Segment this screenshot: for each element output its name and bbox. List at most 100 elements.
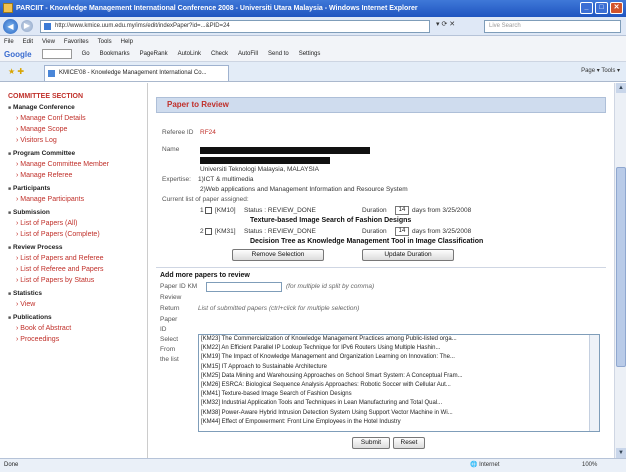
menu-favorites[interactable]: Favorites [64, 39, 89, 45]
address-input[interactable]: http://www.kmice.uum.edu.my/ims/edit/ind… [40, 20, 430, 33]
sidebar-link-referee-and-papers[interactable]: › List of Referee and Papers [8, 264, 147, 275]
tab-title: KMICE'08 - Knowledge Management Internat… [59, 70, 207, 76]
sidebar-link-manage-participants[interactable]: › Manage Participants [8, 194, 147, 205]
papers-listbox[interactable]: [KM23] The Commercialization of Knowledg… [198, 334, 600, 432]
expertise-label: Expertise: [162, 176, 191, 183]
duration-input[interactable]: 14 [395, 227, 409, 236]
review-label: Review [160, 294, 182, 301]
referee-id-value: RF24 [200, 129, 216, 136]
sidebar-link-papers-and-referee[interactable]: › List of Papers and Referee [8, 253, 147, 264]
duration-input[interactable]: 14 [395, 206, 409, 215]
select-label-select: Select [160, 336, 179, 343]
submit-button[interactable]: Submit [352, 437, 390, 449]
sidebar-link-list-papers-all[interactable]: › List of Papers (All) [8, 218, 147, 229]
list-item[interactable]: [KM19] The Impact of Knowledge Managemen… [199, 353, 599, 362]
sidebar-link-view[interactable]: › View [8, 299, 147, 310]
window-controls: _ □ ✕ [580, 2, 623, 14]
sidebar-link-visitors-log[interactable]: › Visitors Log [8, 135, 147, 146]
assigned-status: Status : REVIEW_DONE [244, 228, 316, 235]
menu-file[interactable]: File [4, 39, 14, 45]
sidebar-section-participants: Participants [8, 184, 147, 194]
google-search-input[interactable] [41, 49, 72, 59]
reset-button[interactable]: Reset [393, 437, 425, 449]
current-list-label: Current list of paper assigned: [162, 196, 249, 203]
scroll-thumb[interactable] [616, 167, 626, 367]
command-bar[interactable]: Page ▾ Tools ▾ [581, 67, 620, 74]
google-pagerank-button[interactable]: PageRank [140, 51, 168, 57]
browser-icon [3, 3, 13, 13]
tab-favicon-icon [48, 70, 55, 77]
menu-view[interactable]: View [42, 39, 55, 45]
sidebar-link-manage-scope[interactable]: › Manage Scope [8, 124, 147, 135]
paper-id-input[interactable] [206, 282, 282, 292]
update-duration-button[interactable]: Update Duration [362, 249, 454, 261]
assigned-paper-title: Texture-based Image Search of Fashion De… [250, 217, 412, 224]
sidebar-link-book-of-abstract[interactable]: › Book of Abstract [8, 323, 147, 334]
list-item[interactable]: [KM22] An Efficient Parallel IP Lookup T… [199, 344, 599, 353]
menu-edit[interactable]: Edit [23, 39, 33, 45]
google-settings-button[interactable]: Settings [299, 51, 321, 57]
window-title-bar: PARCIIT - Knowledge Management Internati… [0, 0, 626, 17]
zoom-level[interactable]: 100% [582, 459, 597, 472]
maximize-button[interactable]: □ [595, 2, 608, 14]
add-papers-heading: Add more papers to review [160, 272, 250, 279]
page-scrollbar[interactable]: ▲ ▼ [614, 83, 626, 458]
google-toolbar: Google Go Bookmarks PageRank AutoLink Ch… [0, 47, 626, 62]
google-go-button[interactable]: Go [82, 51, 90, 57]
days-from-text: days from 3/25/2008 [412, 228, 472, 235]
back-button[interactable]: ◀ [3, 18, 18, 34]
assigned-paper-id: [KM10] [215, 207, 236, 214]
sidebar-link-proceedings[interactable]: › Proceedings [8, 334, 147, 345]
scroll-down-icon[interactable]: ▼ [616, 448, 626, 458]
redacted-name [200, 147, 370, 154]
assigned-paper-title: Decision Tree as Knowledge Management To… [250, 238, 484, 245]
google-bookmarks-button[interactable]: Bookmarks [100, 51, 130, 57]
referee-id-label: Referee ID [162, 129, 194, 136]
google-autolink-button[interactable]: AutoLink [178, 51, 201, 57]
favorites-star-icon[interactable]: ★ ✚ [8, 67, 24, 76]
duration-label: Duration [362, 207, 387, 214]
redacted-email [200, 157, 330, 164]
list-item[interactable]: [KM15] IT Approach to Sustainable Archit… [199, 363, 599, 372]
assigned-index: 1 [200, 207, 204, 214]
list-item[interactable]: [KM32] Industrial Application Tools and … [199, 399, 599, 408]
select-label-the-list: the list [160, 356, 179, 363]
list-item[interactable]: [KM44] Effect of Empowerment: Front Line… [199, 418, 599, 427]
menu-tools[interactable]: Tools [98, 39, 112, 45]
google-autofill-button[interactable]: AutoFill [238, 51, 258, 57]
section-divider [156, 267, 606, 268]
sidebar-link-list-papers-complete[interactable]: › List of Papers (Complete) [8, 229, 147, 240]
minimize-button[interactable]: _ [580, 2, 593, 14]
sidebar-link-manage-conf-details[interactable]: › Manage Conf Details [8, 113, 147, 124]
assigned-checkbox[interactable] [205, 207, 212, 214]
address-toolbar: ◀ ▶ http://www.kmice.uum.edu.my/ims/edit… [0, 17, 626, 36]
refresh-stop-icons[interactable]: ▾ ⟳ ✕ [436, 20, 455, 28]
forward-button[interactable]: ▶ [21, 20, 33, 32]
list-item[interactable]: [KM38] Power-Aware Hybrid Intrusion Dete… [199, 409, 599, 418]
main-panel: Paper to Review Referee ID RF24 Name Uni… [152, 83, 612, 458]
list-item[interactable]: [KM41] Texture-based Image Search of Fas… [199, 390, 599, 399]
close-button[interactable]: ✕ [610, 2, 623, 14]
duration-label: Duration [362, 228, 387, 235]
google-sendto-button[interactable]: Send to [268, 51, 289, 57]
list-item[interactable]: [KM26] ESRCA: Biological Sequence Analys… [199, 381, 599, 390]
google-check-button[interactable]: Check [211, 51, 228, 57]
sidebar-section-publications: Publications [8, 313, 147, 323]
sidebar-link-papers-by-status[interactable]: › List of Papers by Status [8, 275, 147, 286]
sidebar-section-program-committee: Program Committee [8, 149, 147, 159]
status-text: Done [4, 462, 19, 468]
menu-help[interactable]: Help [121, 39, 133, 45]
listbox-scrollbar[interactable] [589, 335, 599, 431]
assigned-paper-id: [KM31] [215, 228, 236, 235]
list-item[interactable]: [KM25] Data Mining and Warehousing Appro… [199, 372, 599, 381]
sidebar-link-manage-referee[interactable]: › Manage Referee [8, 170, 147, 181]
menu-bar: File Edit View Favorites Tools Help [0, 36, 626, 47]
search-input[interactable]: Live Search [484, 20, 621, 33]
sidebar-link-manage-committee-member[interactable]: › Manage Committee Member [8, 159, 147, 170]
assigned-status: Status : REVIEW_DONE [244, 207, 316, 214]
scroll-up-icon[interactable]: ▲ [616, 83, 626, 93]
remove-selection-button[interactable]: Remove Selection [232, 249, 324, 261]
assigned-checkbox[interactable] [205, 228, 212, 235]
list-item[interactable]: [KM23] The Commercialization of Knowledg… [199, 335, 599, 344]
tab-kmice[interactable]: KMICE'08 - Knowledge Management Internat… [44, 65, 229, 81]
